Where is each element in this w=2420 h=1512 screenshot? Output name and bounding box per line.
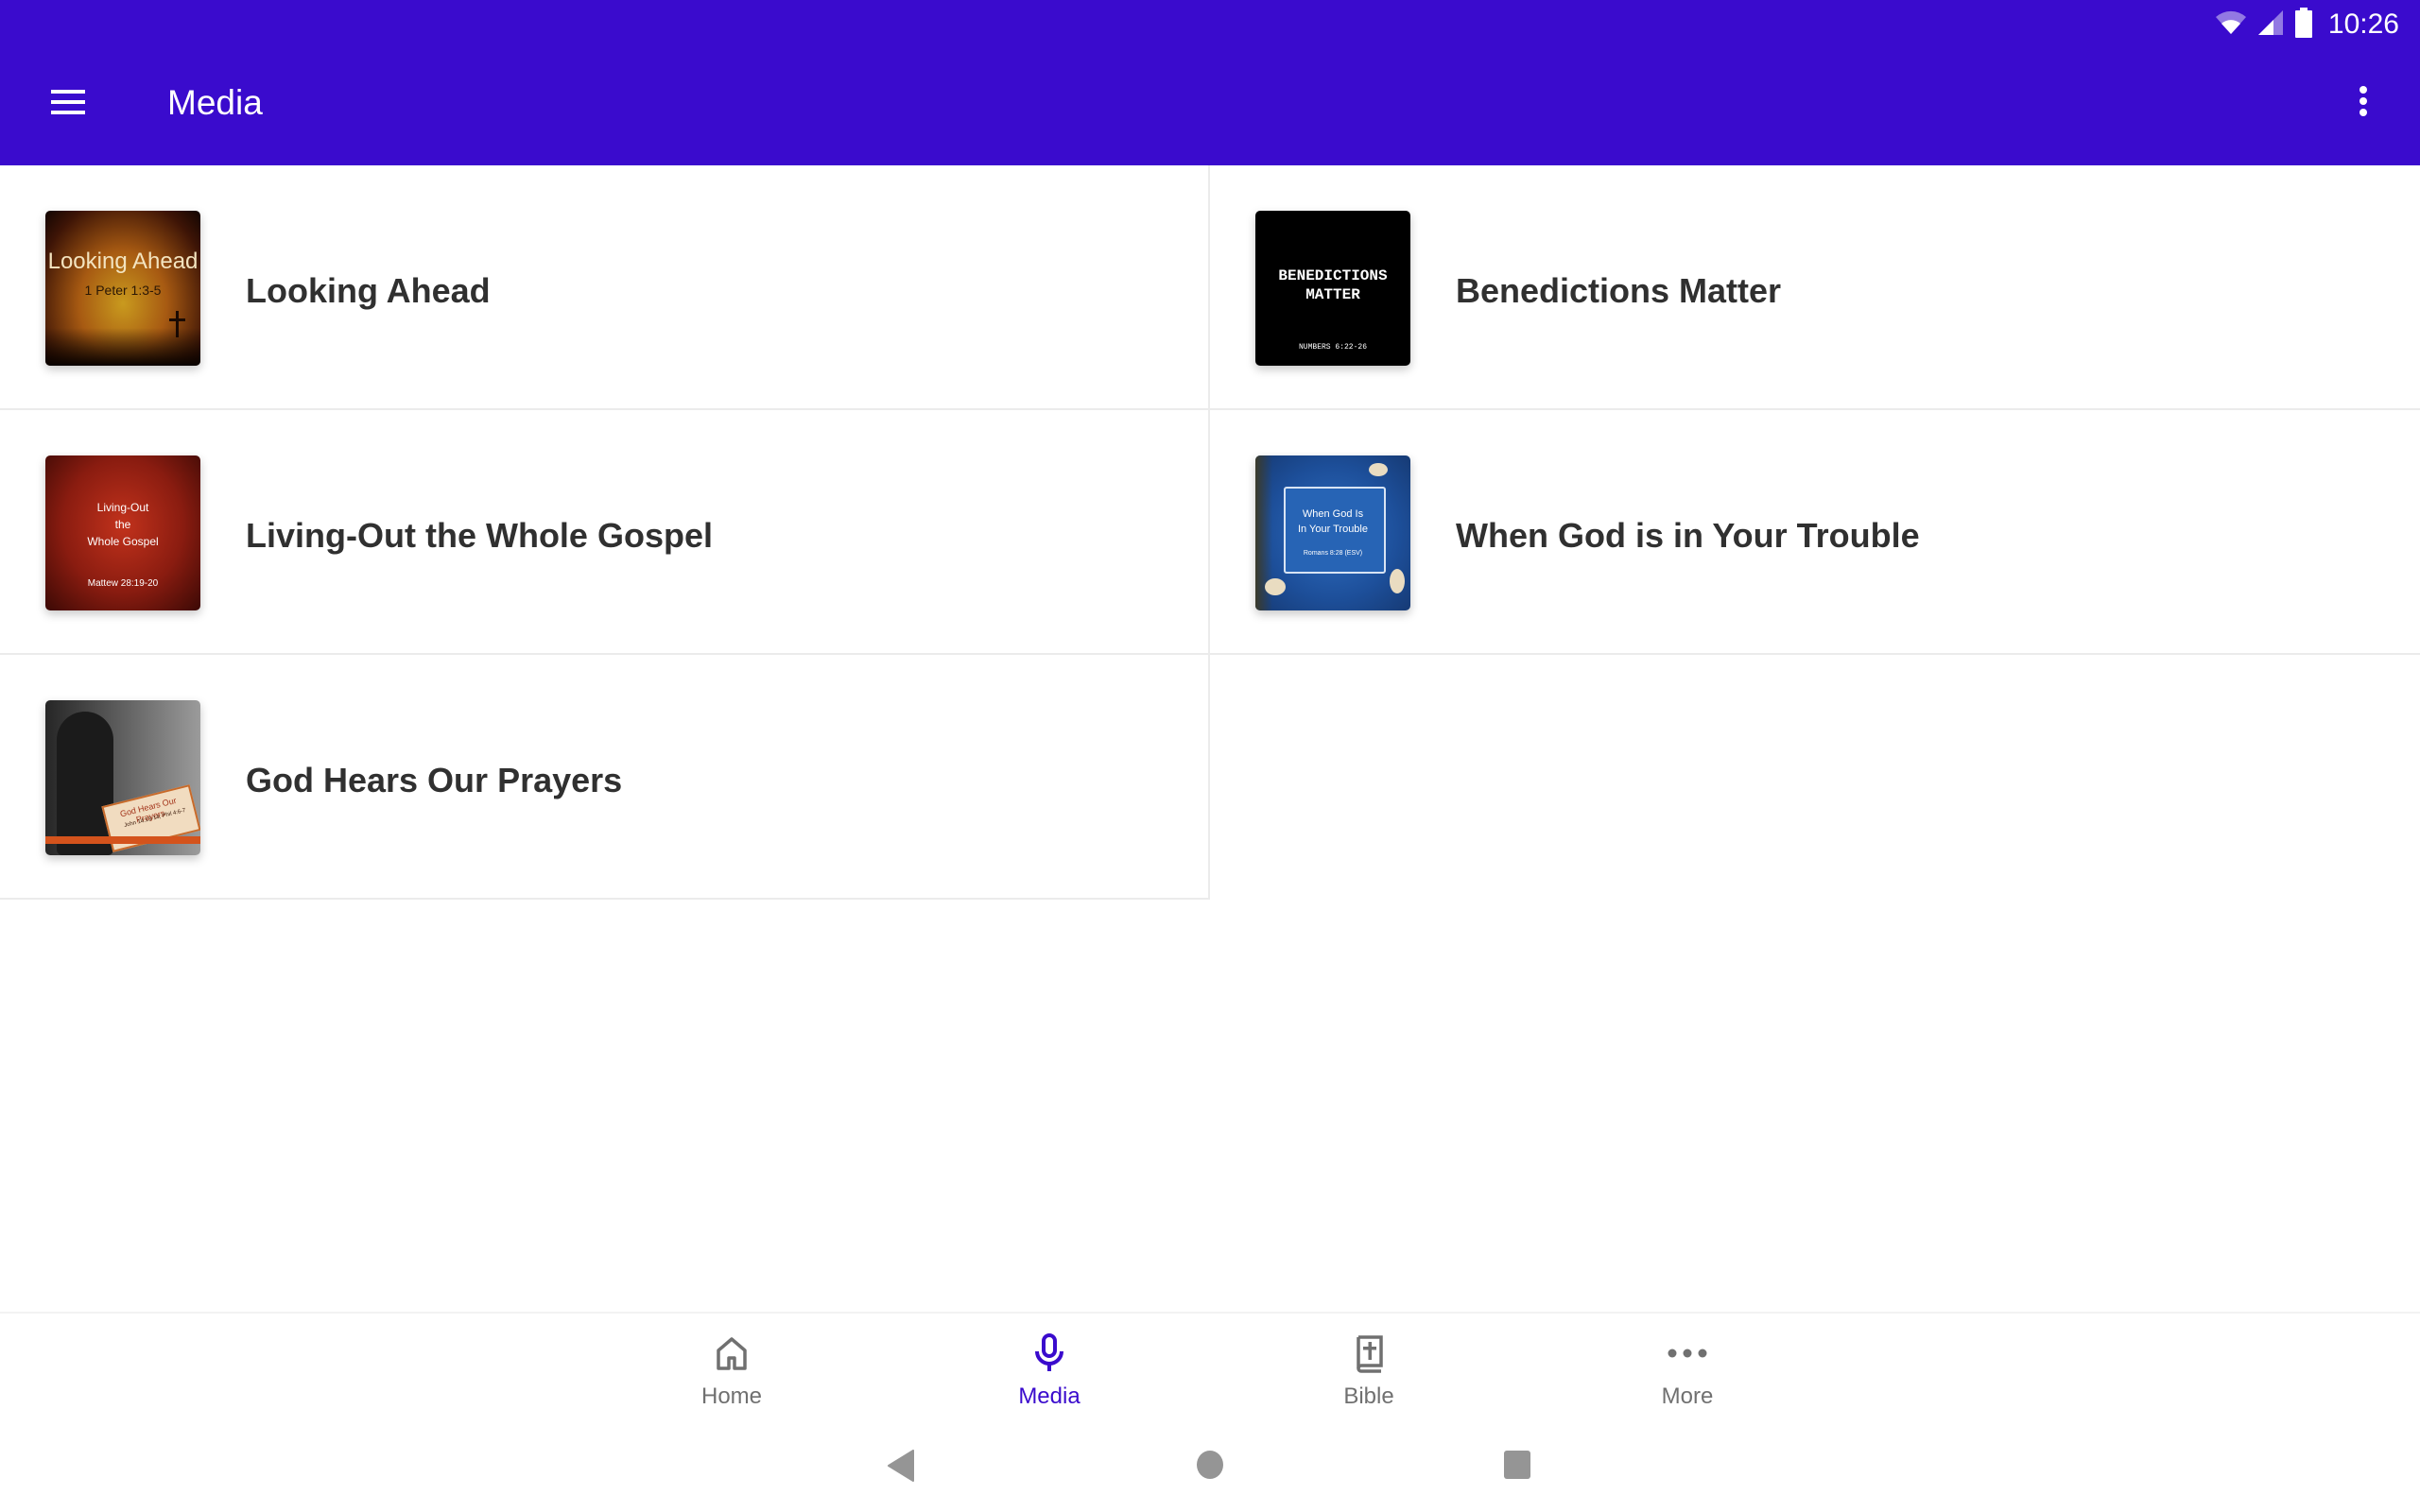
nav-label: Media	[1018, 1383, 1080, 1409]
status-time: 10:26	[2327, 9, 2399, 40]
media-list: Looking Ahead 1 Peter 1:3-5 Looking Ahea…	[0, 165, 2420, 900]
home-circle-icon	[1196, 1451, 1224, 1484]
more-horiz-icon	[1667, 1332, 1708, 1374]
paint-splash	[1390, 569, 1405, 593]
thumbnail-text: Looking Ahead	[47, 249, 199, 274]
battery-icon	[2294, 7, 2313, 43]
media-item-title: When God is in Your Trouble	[1456, 516, 1920, 555]
app-bar: 10:26 Media	[0, 0, 2420, 165]
system-back-button[interactable]	[887, 1450, 915, 1486]
thumbnail-subtext: Mattew 28:19-20	[87, 578, 159, 589]
media-item-title: Living-Out the Whole Gospel	[246, 516, 713, 555]
media-item-when-god-is-in-your-trouble[interactable]: When God Is In Your Trouble Romans 8:28 …	[1210, 410, 2420, 655]
media-thumbnail: When God Is In Your Trouble Romans 8:28 …	[1255, 455, 1410, 610]
cross-bar	[169, 318, 185, 321]
cellular-signal-icon	[2256, 9, 2285, 42]
thumbnail-text: BENEDICTIONS	[1278, 267, 1388, 284]
bible-icon	[1348, 1332, 1390, 1374]
nav-item-bible[interactable]: Bible	[1293, 1332, 1444, 1410]
nav-item-home[interactable]: Home	[656, 1332, 807, 1410]
paint-splash	[1265, 578, 1286, 595]
overflow-menu-button[interactable]	[2341, 81, 2386, 127]
thumbnail-stripe	[45, 836, 200, 844]
nav-label: Home	[700, 1383, 763, 1409]
media-item-god-hears-our-prayers[interactable]: God Hears Our Prayers John 14:13-14; Phi…	[0, 655, 1210, 900]
thumbnail-text: Living-Out	[96, 501, 149, 514]
media-item-title: God Hears Our Prayers	[246, 761, 623, 799]
nav-item-media[interactable]: Media	[974, 1332, 1125, 1410]
thumbnail-text: Whole Gospel	[87, 535, 159, 548]
more-vert-icon	[2358, 85, 2369, 124]
page-title: Media	[167, 83, 263, 122]
praying-hands-shape	[57, 712, 113, 855]
media-thumbnail: Looking Ahead 1 Peter 1:3-5	[45, 211, 200, 366]
thumbnail-subtext: Romans 8:28 (ESV)	[1303, 550, 1363, 557]
nav-item-more[interactable]: More	[1612, 1332, 1763, 1410]
wifi-icon	[2215, 9, 2247, 41]
empty-cell	[1210, 655, 2420, 900]
thumbnail-subtext: 1 Peter 1:3-5	[84, 283, 162, 298]
paint-splash	[1369, 463, 1388, 476]
hamburger-menu-icon	[49, 89, 87, 120]
system-home-button[interactable]	[1196, 1450, 1224, 1485]
menu-button[interactable]	[45, 81, 91, 127]
media-item-looking-ahead[interactable]: Looking Ahead 1 Peter 1:3-5 Looking Ahea…	[0, 165, 1210, 410]
thumbnail-subtext: NUMBERS 6:22-26	[1298, 343, 1367, 352]
media-item-benedictions-matter[interactable]: BENEDICTIONS MATTER NUMBERS 6:22-26 Bene…	[1210, 165, 2420, 410]
media-item-living-out-the-whole-gospel[interactable]: Living-Out the Whole Gospel Mattew 28:19…	[0, 410, 1210, 655]
thumbnail-shade	[45, 328, 200, 366]
media-item-title: Benedictions Matter	[1456, 271, 1782, 310]
microphone-icon	[1028, 1332, 1070, 1374]
recents-icon	[1503, 1451, 1531, 1484]
media-thumbnail: Living-Out the Whole Gospel Mattew 28:19…	[45, 455, 200, 610]
media-thumbnail: BENEDICTIONS MATTER NUMBERS 6:22-26	[1255, 211, 1410, 366]
system-recents-button[interactable]	[1503, 1450, 1531, 1485]
status-bar: 10:26	[2215, 6, 2399, 43]
thumbnail-text: the	[114, 518, 131, 531]
media-item-title: Looking Ahead	[246, 271, 491, 310]
nav-label: Bible	[1343, 1383, 1394, 1409]
thumbnail-text: When God Is	[1302, 508, 1364, 520]
home-icon	[711, 1332, 752, 1374]
system-navigation-bar	[0, 1418, 2420, 1512]
nav-label: More	[1661, 1383, 1714, 1409]
thumbnail-text: MATTER	[1305, 286, 1360, 303]
back-icon	[887, 1450, 915, 1486]
media-thumbnail: God Hears Our Prayers John 14:13-14; Phi…	[45, 700, 200, 855]
thumbnail-text: In Your Trouble	[1297, 524, 1368, 535]
bottom-navigation: Home Media Bible More	[0, 1312, 2420, 1419]
